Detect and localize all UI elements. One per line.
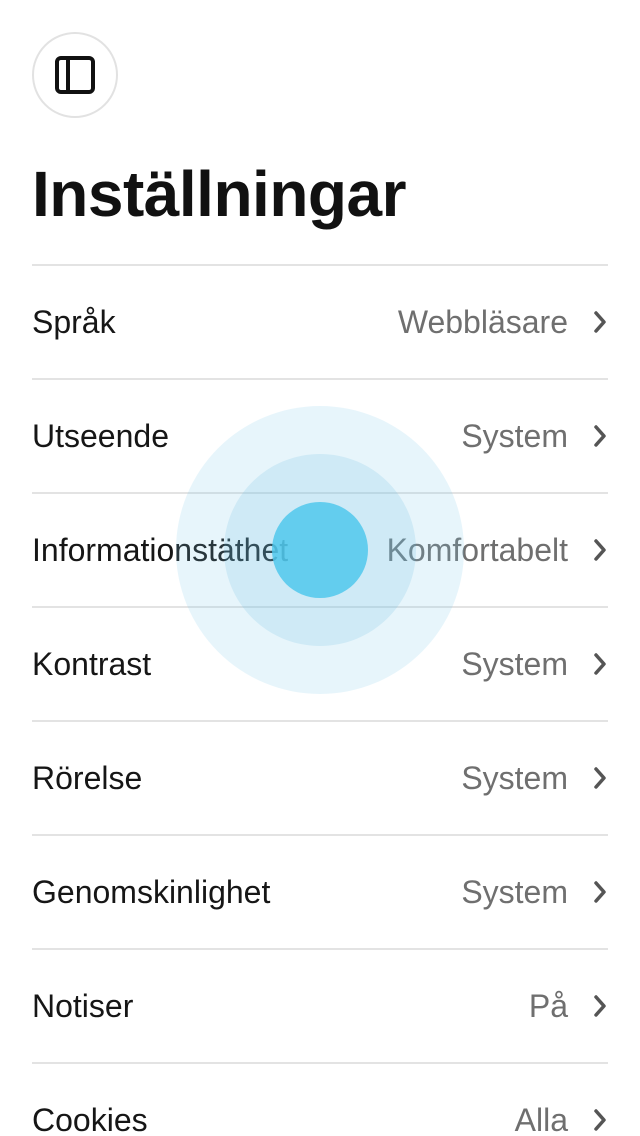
setting-row-appearance[interactable]: Utseende System bbox=[32, 380, 608, 494]
setting-value: Komfortabelt bbox=[386, 531, 568, 568]
setting-value: Alla bbox=[514, 1101, 568, 1136]
chevron-right-icon bbox=[592, 424, 608, 448]
chevron-right-icon bbox=[592, 1108, 608, 1132]
setting-value: System bbox=[461, 759, 568, 796]
setting-label: Språk bbox=[32, 303, 116, 340]
setting-label: Utseende bbox=[32, 417, 169, 454]
chevron-right-icon bbox=[592, 652, 608, 676]
setting-label: Informationstäthet bbox=[32, 531, 289, 568]
setting-row-cookies[interactable]: Cookies Alla bbox=[32, 1064, 608, 1136]
chevron-right-icon bbox=[592, 766, 608, 790]
setting-label: Kontrast bbox=[32, 645, 152, 682]
setting-row-information-density[interactable]: Informationstäthet Komfortabelt bbox=[32, 494, 608, 608]
setting-row-contrast[interactable]: Kontrast System bbox=[32, 608, 608, 722]
setting-row-motion[interactable]: Rörelse System bbox=[32, 722, 608, 836]
page-title: Inställningar bbox=[32, 158, 407, 230]
settings-list: Språk Webbläsare Utseende System Informa… bbox=[32, 264, 608, 1136]
setting-value: System bbox=[461, 873, 568, 910]
sidebar-toggle-button[interactable] bbox=[32, 32, 118, 118]
setting-value: På bbox=[528, 987, 568, 1024]
setting-value: Webbläsare bbox=[397, 303, 568, 340]
chevron-right-icon bbox=[592, 538, 608, 562]
setting-value: System bbox=[461, 417, 568, 454]
chevron-right-icon bbox=[592, 994, 608, 1018]
setting-label: Cookies bbox=[32, 1101, 148, 1136]
setting-label: Notiser bbox=[32, 987, 134, 1024]
setting-label: Rörelse bbox=[32, 759, 143, 796]
setting-label: Genomskinlighet bbox=[32, 873, 271, 910]
chevron-right-icon bbox=[592, 880, 608, 904]
setting-value: System bbox=[461, 645, 568, 682]
sidebar-panel-icon bbox=[55, 56, 95, 94]
chevron-right-icon bbox=[592, 310, 608, 334]
settings-page: Inställningar Språk Webbläsare Utseende … bbox=[0, 0, 640, 1136]
setting-row-transparency[interactable]: Genomskinlighet System bbox=[32, 836, 608, 950]
setting-row-notifications[interactable]: Notiser På bbox=[32, 950, 608, 1064]
setting-row-language[interactable]: Språk Webbläsare bbox=[32, 266, 608, 380]
